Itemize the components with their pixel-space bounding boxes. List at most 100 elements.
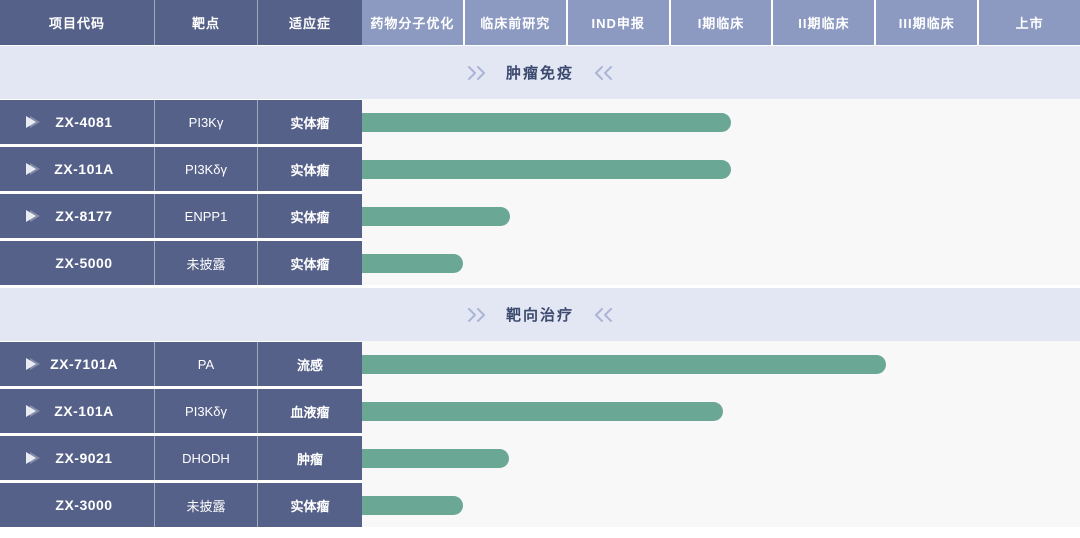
target-cell: PI3Kγ [155,100,258,144]
progress-bar [362,449,509,468]
progress-track [362,436,1080,480]
header-phase-molecule-opt: 药物分子优化 [362,0,465,45]
target-label: PI3Kδγ [185,162,227,177]
project-code: ZX-9021 [55,450,112,466]
progress-bar [362,113,731,132]
indication-label: 实体瘤 [290,207,329,226]
chevrons-right-icon [466,66,490,80]
target-cell: 未披露 [155,483,258,527]
indication-label: 肿瘤 [297,449,323,468]
chevrons-left-icon [590,308,614,322]
header-phase-clinical-3: III期临床 [876,0,979,45]
header-phase-market: 上市 [979,0,1080,45]
project-code: ZX-101A [54,403,114,419]
section-banner-targeted-therapy: 靶向治疗 [0,288,1080,341]
project-code-cell[interactable]: ZX-101A [0,389,155,433]
progress-track [362,483,1080,527]
header-phase-clinical-2: II期临床 [773,0,876,45]
project-code: ZX-4081 [55,114,112,130]
project-code: ZX-8177 [55,208,112,224]
target-label: 未披露 [186,254,225,273]
pipeline-row-zx-4081[interactable]: ZX-4081 PI3Kγ 实体瘤 [0,100,1080,144]
pipeline-row-zx-101a-heme[interactable]: ZX-101A PI3Kδγ 血液瘤 [0,389,1080,433]
target-label: PI3Kγ [189,115,224,130]
project-code: ZX-7101A [50,356,118,372]
progress-bar [362,496,463,515]
section-banner-tumor-immunity: 肿瘤免疫 [0,46,1080,99]
chevrons-left-icon [590,66,614,80]
project-code: ZX-101A [54,161,114,177]
project-code-cell[interactable]: ZX-4081 [0,100,155,144]
indication-label: 实体瘤 [290,160,329,179]
project-code: ZX-5000 [55,255,112,271]
header-phase-preclinical: 临床前研究 [465,0,568,45]
progress-track [362,100,1080,144]
target-cell: PI3Kδγ [155,389,258,433]
expand-arrow-icon[interactable] [26,210,40,222]
section-rows-targeted-therapy: ZX-7101A PA 流感 ZX-101A PI3Kδγ 血液瘤 ZX-902… [0,341,1080,527]
indication-label: 实体瘤 [290,496,329,515]
indication-cell: 血液瘤 [258,389,362,433]
progress-track [362,389,1080,433]
header-phase-clinical-1: I期临床 [671,0,774,45]
indication-cell: 实体瘤 [258,147,362,191]
project-code-cell[interactable]: ZX-8177 [0,194,155,238]
target-label: 未披露 [186,496,225,515]
section-rows-tumor-immunity: ZX-4081 PI3Kγ 实体瘤 ZX-101A PI3Kδγ 实体瘤 ZX-… [0,99,1080,285]
pipeline-row-zx-3000[interactable]: ZX-3000 未披露 实体瘤 [0,483,1080,527]
pipeline-row-zx-7101a[interactable]: ZX-7101A PA 流感 [0,342,1080,386]
indication-label: 血液瘤 [290,402,329,421]
expand-arrow-icon[interactable] [26,452,40,464]
project-code-cell[interactable]: ZX-101A [0,147,155,191]
pipeline-row-zx-101a-solid[interactable]: ZX-101A PI3Kδγ 实体瘤 [0,147,1080,191]
indication-cell: 流感 [258,342,362,386]
expand-arrow-icon[interactable] [26,358,40,370]
progress-bar [362,402,723,421]
project-code-cell[interactable]: ZX-5000 [0,241,155,285]
target-label: DHODH [182,451,230,466]
target-label: PI3Kδγ [185,404,227,419]
project-code-cell[interactable]: ZX-7101A [0,342,155,386]
indication-cell: 实体瘤 [258,100,362,144]
section-title: 肿瘤免疫 [506,62,574,83]
indication-cell: 实体瘤 [258,483,362,527]
progress-track [362,241,1080,285]
progress-track [362,147,1080,191]
indication-label: 实体瘤 [290,254,329,273]
header-target: 靶点 [155,0,258,45]
project-code-cell[interactable]: ZX-3000 [0,483,155,527]
project-code: ZX-3000 [55,497,112,513]
target-cell: DHODH [155,436,258,480]
pipeline-header: 项目代码 靶点 适应症 药物分子优化 临床前研究 IND申报 I期临床 II期临… [0,0,1080,45]
indication-cell: 实体瘤 [258,241,362,285]
target-cell: ENPP1 [155,194,258,238]
pipeline-row-zx-9021[interactable]: ZX-9021 DHODH 肿瘤 [0,436,1080,480]
pipeline-page: 项目代码 靶点 适应症 药物分子优化 临床前研究 IND申报 I期临床 II期临… [0,0,1080,538]
expand-arrow-icon[interactable] [26,163,40,175]
progress-bar [362,355,886,374]
indication-label: 流感 [297,355,323,374]
indication-cell: 实体瘤 [258,194,362,238]
indication-label: 实体瘤 [290,113,329,132]
section-title: 靶向治疗 [506,304,574,325]
pipeline-row-zx-8177[interactable]: ZX-8177 ENPP1 实体瘤 [0,194,1080,238]
indication-cell: 肿瘤 [258,436,362,480]
progress-track [362,194,1080,238]
target-cell: PI3Kδγ [155,147,258,191]
header-indication: 适应症 [258,0,362,45]
target-cell: 未披露 [155,241,258,285]
target-label: PA [198,357,214,372]
header-phase-ind-filing: IND申报 [568,0,671,45]
target-cell: PA [155,342,258,386]
progress-bar [362,207,510,226]
expand-arrow-icon[interactable] [26,405,40,417]
progress-bar [362,254,463,273]
pipeline-row-zx-5000[interactable]: ZX-5000 未披露 实体瘤 [0,241,1080,285]
project-code-cell[interactable]: ZX-9021 [0,436,155,480]
expand-arrow-icon[interactable] [26,116,40,128]
progress-bar [362,160,731,179]
chevrons-right-icon [466,308,490,322]
progress-track [362,342,1080,386]
target-label: ENPP1 [185,209,228,224]
header-project-code: 项目代码 [0,0,155,45]
